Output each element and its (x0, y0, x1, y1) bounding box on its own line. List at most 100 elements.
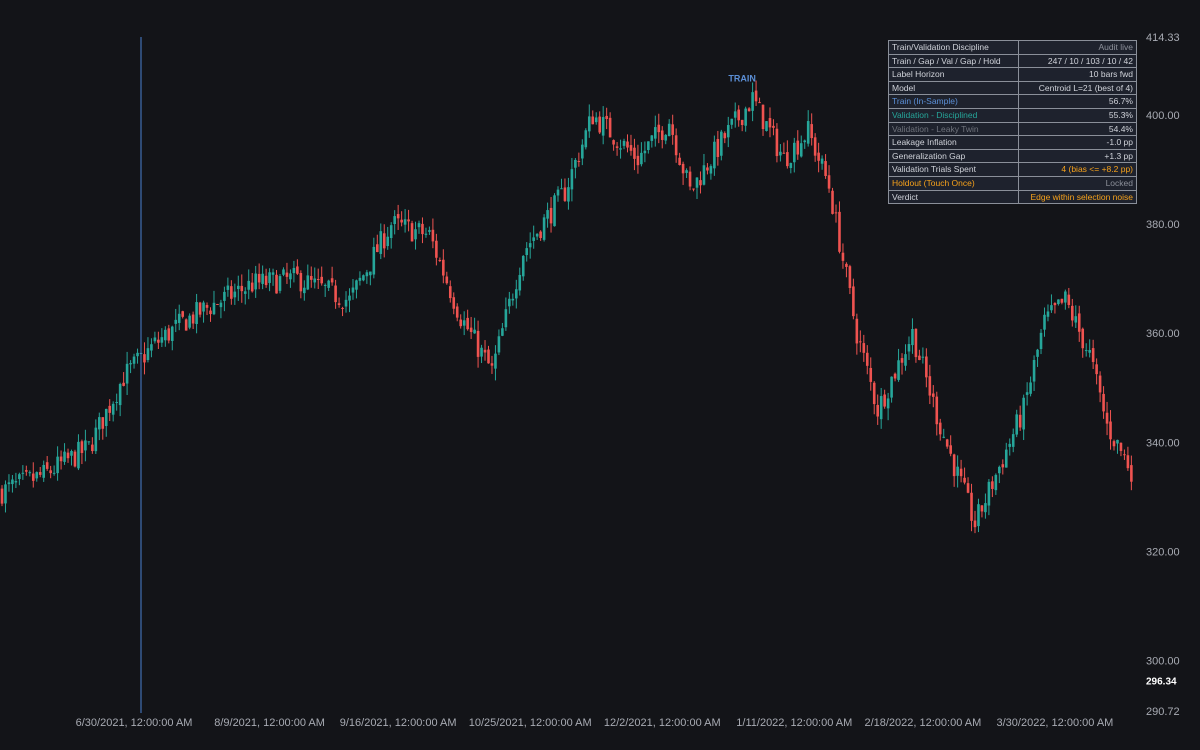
audit-row: Model Centroid L=21 (best of 4) (888, 80, 1137, 96)
candle-body (417, 223, 421, 228)
candle-body (1105, 412, 1109, 424)
candle-body (487, 349, 490, 364)
candle-body (650, 135, 654, 141)
candle-body (779, 151, 782, 156)
candle-body (466, 317, 469, 330)
candle-body (806, 121, 810, 144)
candle-body (942, 436, 946, 438)
candle-body (984, 503, 987, 513)
candle-body (1043, 314, 1046, 330)
candle-body (879, 396, 883, 420)
candle-body (91, 444, 94, 452)
candle-body (205, 304, 209, 308)
candle-body (376, 244, 379, 253)
candle-body (445, 276, 449, 284)
candle-body (442, 259, 445, 276)
candle-body (4, 484, 7, 504)
candle-body (330, 278, 334, 283)
candle-body (382, 233, 386, 249)
candle-body (615, 146, 619, 148)
candle-body (775, 128, 779, 157)
candle-body (316, 279, 320, 281)
candle-body (886, 398, 890, 409)
audit-row: Generalization Gap +1.3 pp (888, 148, 1137, 164)
candle-body (959, 468, 963, 477)
candle-body (594, 117, 598, 123)
candle-body (841, 252, 845, 261)
candle-body (469, 327, 473, 333)
candle-body (240, 285, 244, 292)
candle-body (733, 111, 737, 118)
candle-body (42, 464, 45, 478)
candle-body (921, 356, 925, 358)
candle-body (18, 474, 21, 480)
candle-body (1102, 393, 1105, 412)
candle-body (539, 231, 542, 239)
candle-body (497, 336, 501, 353)
candle-body (243, 291, 247, 294)
candle-body (212, 302, 216, 315)
candle-body (87, 441, 91, 443)
candle-body (772, 125, 775, 128)
candle-body (865, 352, 869, 366)
candle-body (1095, 364, 1098, 375)
candle-body (914, 328, 918, 358)
candle-body (786, 152, 789, 167)
candle-body (38, 472, 42, 475)
candle-body (31, 473, 35, 481)
candle-body (720, 131, 723, 156)
candle-body (563, 187, 567, 201)
candle-body (824, 161, 827, 176)
candle-body (341, 307, 344, 309)
candle-body (56, 456, 59, 474)
audit-label: Train/Validation Discipline (888, 40, 1019, 55)
candle-body (963, 477, 966, 483)
y-tick-label: 380.00 (1146, 219, 1180, 231)
candle-body (396, 214, 400, 219)
candle-body (191, 314, 195, 324)
candle-body (108, 405, 112, 413)
audit-label: Label Horizon (888, 67, 1019, 82)
candle-body (35, 472, 39, 479)
candle-body (581, 144, 584, 159)
candle-body (1004, 449, 1008, 468)
candle-body (560, 188, 563, 190)
candle-body (643, 150, 647, 154)
audit-label: Train / Gap / Val / Gap / Hold (888, 53, 1019, 69)
candle-body (549, 207, 553, 224)
audit-label: Validation - Disciplined (888, 107, 1019, 123)
candle-body (101, 417, 105, 429)
candle-body (521, 255, 525, 277)
candle-body (730, 118, 734, 125)
candle-body (25, 470, 28, 472)
candle-body (508, 298, 511, 307)
candle-body (838, 211, 841, 252)
candle-body (455, 306, 459, 318)
candle-body (289, 273, 292, 280)
candle-body (803, 140, 807, 143)
candle-body (386, 236, 390, 247)
x-tick-label: 12/2/2021, 12:00:00 AM (604, 717, 721, 729)
candle-body (150, 344, 153, 351)
candle-body (813, 137, 817, 156)
candle-body (348, 295, 351, 301)
candle-body (935, 396, 939, 425)
candle-body (337, 303, 341, 305)
x-tick-label: 9/16/2021, 12:00:00 AM (340, 717, 457, 729)
candle-body (938, 422, 942, 435)
audit-value: Audit live (1018, 40, 1137, 55)
candle-body (1053, 303, 1057, 306)
candle-body (949, 445, 952, 454)
candle-body (160, 337, 164, 343)
x-tick-label: 10/25/2021, 12:00:00 AM (469, 717, 592, 729)
candle-body (761, 104, 765, 130)
candle-body (869, 367, 873, 382)
candle-body (1032, 360, 1036, 382)
candle-body (1112, 441, 1116, 447)
candle-body (118, 383, 122, 406)
audit-value: 56.7% (1018, 94, 1137, 109)
candle-body (737, 109, 740, 121)
candle-body (421, 223, 424, 235)
candle-body (237, 285, 240, 290)
audit-table: Train/Validation Discipline Audit live Tra… (888, 40, 1137, 205)
